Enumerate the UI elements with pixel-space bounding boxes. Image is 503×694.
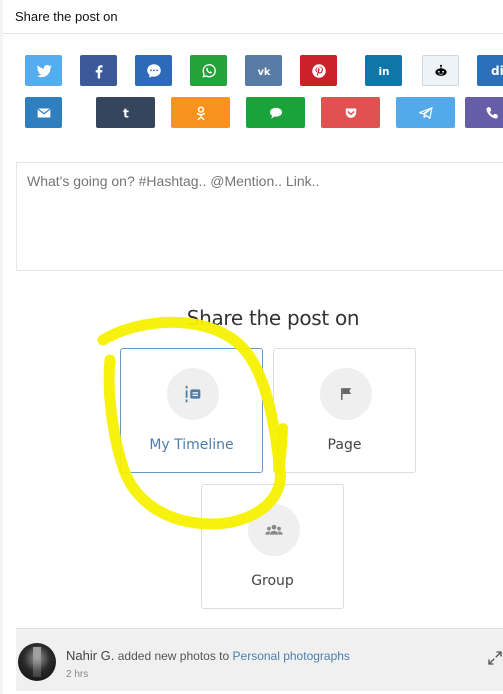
messenger-icon: [146, 63, 161, 78]
vk-icon: vk: [257, 66, 270, 77]
post-composer-input[interactable]: [16, 162, 503, 271]
share-email-button[interactable]: [25, 97, 62, 128]
twitter-icon: [36, 64, 52, 77]
share-reddit-button[interactable]: [422, 55, 459, 86]
share-whatsapp-button[interactable]: [190, 55, 227, 86]
share-twitter-button[interactable]: [25, 55, 62, 86]
share-telegram-button[interactable]: [396, 97, 455, 128]
pocket-icon: [345, 108, 356, 118]
svg-text:vk: vk: [257, 66, 270, 77]
share-messenger-button[interactable]: [135, 55, 172, 86]
share-tumblr-button[interactable]: t: [96, 97, 155, 128]
option-label-page: Page: [327, 437, 362, 453]
digg-icon: digg: [491, 63, 503, 78]
share-digg-button[interactable]: digg: [477, 55, 503, 86]
album-link[interactable]: Personal photographs: [233, 649, 350, 663]
svg-text:in: in: [378, 66, 389, 78]
share-odnoklassniki-button[interactable]: [171, 97, 230, 128]
pinterest-icon: [311, 63, 326, 78]
share-option-my-timeline[interactable]: My Timeline: [120, 348, 263, 473]
flag-icon: [341, 388, 351, 400]
option-icon-circle: [167, 368, 219, 420]
odnoklassniki-icon: [196, 105, 205, 120]
modal-header: Share the post on: [3, 0, 503, 34]
linkedin-icon: in: [378, 66, 389, 78]
avatar[interactable]: [18, 643, 56, 681]
author-name[interactable]: Nahir G.: [66, 648, 114, 663]
tumblr-icon: t: [123, 106, 129, 120]
share-pocket-button[interactable]: [321, 97, 380, 128]
viber-icon: [486, 106, 498, 119]
share-viber-button[interactable]: [465, 97, 503, 128]
svg-text:t: t: [123, 106, 129, 120]
share-vk-button[interactable]: vk: [245, 55, 282, 86]
share-pinterest-button[interactable]: [300, 55, 337, 86]
share-facebook-button[interactable]: [80, 55, 117, 86]
sms-icon: [269, 107, 282, 119]
facebook-icon: [95, 64, 103, 78]
post-timestamp: 2 hrs: [66, 669, 89, 680]
feed-action: added new photos to: [117, 649, 230, 663]
telegram-icon: [418, 106, 433, 119]
share-linkedin-button[interactable]: in: [365, 55, 402, 86]
option-icon-circle: [248, 504, 300, 556]
whatsapp-icon: [201, 63, 216, 78]
group-icon: [265, 524, 283, 535]
option-label-group: Group: [251, 573, 294, 589]
option-icon-circle: [320, 368, 372, 420]
share-modal: Share the post on vk in digg t: [3, 0, 503, 694]
feed-item: Nahir G. added new photos to Personal ph…: [16, 628, 503, 691]
email-icon: [37, 107, 50, 117]
expand-icon[interactable]: [486, 649, 503, 667]
feed-item-text: Nahir G. added new photos to Personal ph…: [66, 648, 350, 663]
share-option-page[interactable]: Page: [273, 348, 416, 473]
modal-title: Share the post on: [15, 9, 118, 24]
reddit-icon: [434, 64, 447, 76]
share-target-title: Share the post on: [186, 306, 360, 330]
timeline-icon: [185, 385, 201, 403]
share-sms-button[interactable]: [246, 97, 305, 128]
share-option-group[interactable]: Group: [201, 484, 344, 609]
option-label-my-timeline: My Timeline: [149, 437, 234, 453]
